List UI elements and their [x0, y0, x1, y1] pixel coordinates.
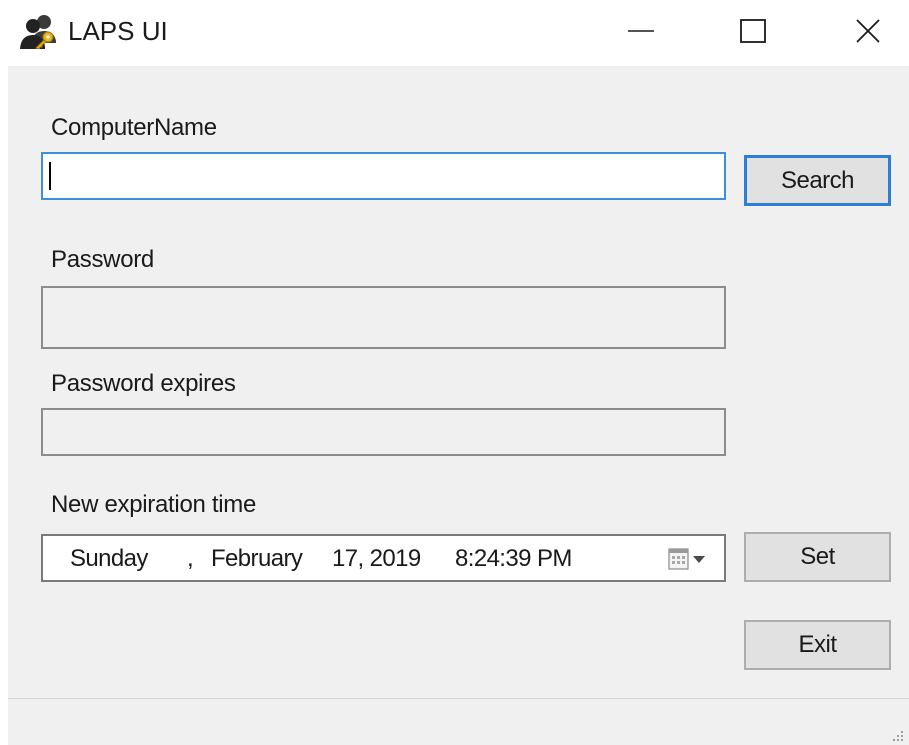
- title-bar[interactable]: LAPS UI: [0, 0, 909, 66]
- laps-ui-window: LAPS UI ComputerName Search Password Pas…: [0, 0, 909, 745]
- weekday-segment[interactable]: Sunday: [70, 545, 148, 573]
- minimize-icon[interactable]: [604, 0, 674, 62]
- status-bar: [8, 699, 909, 745]
- password-expires-label: Password expires: [51, 370, 236, 397]
- password-field[interactable]: [41, 286, 726, 349]
- search-button[interactable]: Search: [744, 155, 891, 206]
- resize-grip-icon[interactable]: [889, 727, 905, 743]
- set-button[interactable]: Set: [744, 532, 891, 582]
- users-key-icon: [20, 15, 56, 49]
- comma-separator: ,: [187, 545, 194, 572]
- maximize-icon[interactable]: [718, 0, 788, 62]
- month-segment[interactable]: February: [211, 545, 303, 573]
- password-label: Password: [51, 246, 154, 273]
- calendar-dropdown-icon[interactable]: [668, 547, 712, 573]
- text-caret: [49, 162, 51, 190]
- window-title: LAPS UI: [68, 16, 168, 46]
- time-segment[interactable]: 8:24:39 PM: [455, 545, 572, 573]
- expiration-datetime-picker[interactable]: Sunday , February 17, 2019 8:24:39 PM: [41, 534, 726, 582]
- computer-name-input[interactable]: [41, 152, 726, 200]
- exit-button[interactable]: Exit: [744, 620, 891, 670]
- close-icon[interactable]: [832, 0, 902, 62]
- new-expiration-label: New expiration time: [51, 491, 257, 518]
- client-area: ComputerName Search Password Password ex…: [8, 66, 909, 745]
- day-year-segment[interactable]: 17, 2019: [332, 545, 421, 573]
- password-expires-field[interactable]: [41, 408, 726, 456]
- computer-name-label: ComputerName: [51, 114, 217, 141]
